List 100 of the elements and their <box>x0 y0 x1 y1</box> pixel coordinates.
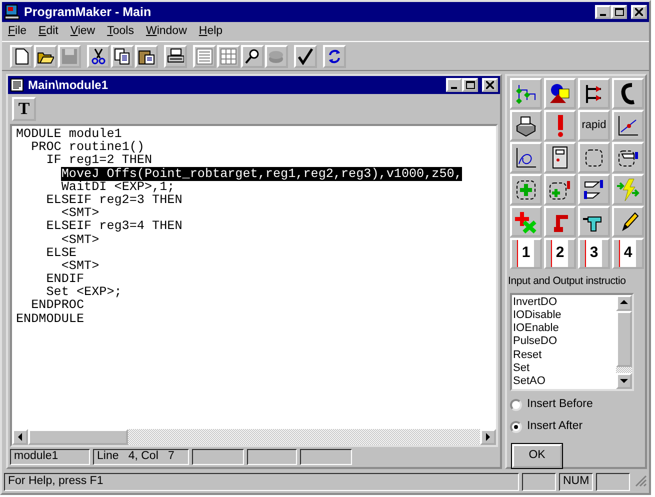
num-lock-indicator: NUM <box>559 473 593 491</box>
radio-button[interactable] <box>510 398 522 411</box>
palette-button[interactable] <box>510 78 542 109</box>
code-editor[interactable] <box>10 124 498 447</box>
lightning-icon <box>616 178 640 202</box>
new-file-icon <box>13 48 30 64</box>
palette-button[interactable]: 1 <box>510 238 542 269</box>
palette-button[interactable]: 2 <box>544 238 576 269</box>
status-pane <box>192 449 244 465</box>
palette-button[interactable] <box>612 206 644 237</box>
code-line: WaitDI <EXP>,1; <box>61 180 175 194</box>
horizontal-scrollbar[interactable] <box>12 429 496 445</box>
refresh-icon <box>326 48 343 64</box>
status-message: For Help, press F1 <box>4 473 519 491</box>
menu-item[interactable]: Tools <box>101 22 140 40</box>
scroll-up-button[interactable] <box>616 294 632 311</box>
palette-button[interactable] <box>578 78 610 109</box>
radio-label[interactable]: Insert Before <box>527 396 593 414</box>
scroll-down-button[interactable] <box>616 373 632 390</box>
window-title: ProgramMaker - Main <box>24 4 152 21</box>
instruction-list[interactable]: InvertDO IODisable IOEnable PulseDO Reset Set SetAO <box>510 292 634 392</box>
palette-button[interactable] <box>612 142 644 173</box>
palette-button[interactable]: 3 <box>578 238 610 269</box>
scroll-left-button[interactable] <box>12 429 28 445</box>
scroll-thumb[interactable] <box>28 429 128 445</box>
palette-button[interactable] <box>612 78 644 109</box>
palette-button[interactable] <box>510 142 542 173</box>
menu-item[interactable]: Window <box>140 22 193 40</box>
menu-item[interactable]: Edit <box>32 22 64 40</box>
shapes-icon <box>548 82 572 106</box>
toolbar-button[interactable] <box>10 44 33 68</box>
status-pane <box>522 473 556 491</box>
palette-button[interactable] <box>612 110 644 141</box>
copy-icon <box>114 48 131 64</box>
list-item[interactable]: IODisable <box>513 308 615 322</box>
save-icon <box>61 48 78 64</box>
toolbar-button[interactable] <box>135 44 158 68</box>
scissors-icon <box>90 48 107 64</box>
list-item[interactable]: PulseDO <box>513 335 615 349</box>
palette-button[interactable] <box>510 110 542 141</box>
palette-button[interactable] <box>510 174 542 205</box>
code-line: <SMT> <box>61 258 100 273</box>
cursor-position: Line 4, Col 7 <box>93 449 189 465</box>
list-item[interactable]: SetAO <box>513 374 615 388</box>
code-line: ELSEIF reg3=4 THEN <box>46 219 182 234</box>
radio-button[interactable] <box>510 421 522 434</box>
down-arrow-icon <box>620 378 628 384</box>
plus-cross-icon <box>514 210 538 234</box>
palette-button[interactable] <box>544 78 576 109</box>
list-item[interactable]: Reset <box>513 348 615 362</box>
toolbar-button[interactable] <box>164 44 187 68</box>
maximize-button[interactable] <box>611 5 627 19</box>
palette-button[interactable]: 4 <box>612 238 644 269</box>
palette-button[interactable]: rapid <box>578 110 610 141</box>
toolbar-button[interactable] <box>111 44 134 68</box>
code-line: <SMT> <box>61 232 100 246</box>
scroll-right-button[interactable] <box>480 429 496 445</box>
list-item[interactable]: IOEnable <box>513 322 615 336</box>
list-item[interactable]: Set <box>513 362 615 375</box>
maximize-icon <box>614 8 624 16</box>
app-icon <box>4 4 20 20</box>
close-icon <box>486 81 494 89</box>
palette-button[interactable] <box>578 142 610 173</box>
minimize-button[interactable] <box>446 78 462 92</box>
grid-icon <box>220 48 237 64</box>
curve-graph-icon <box>514 146 538 170</box>
text-tool-button[interactable]: T <box>12 97 36 121</box>
status-pane <box>247 449 297 465</box>
toolbar-button[interactable] <box>87 44 110 68</box>
menu-item[interactable]: Help <box>192 22 229 40</box>
menu-item[interactable]: File <box>2 22 33 40</box>
printer-icon <box>167 48 184 64</box>
vertical-scrollbar[interactable] <box>616 294 632 390</box>
scroll-thumb[interactable] <box>616 310 632 367</box>
maximize-button[interactable] <box>462 78 478 92</box>
up-arrow-icon <box>620 300 628 306</box>
code-line: MODULE module1 <box>16 127 122 141</box>
code-line: ENDIF <box>46 272 84 286</box>
close-button[interactable] <box>482 78 498 92</box>
radio-label[interactable]: Insert After <box>527 418 583 436</box>
left-arrow-icon <box>18 433 22 441</box>
menu-item[interactable]: View <box>64 22 102 40</box>
ok-button[interactable]: OK <box>512 444 562 468</box>
code-line: ENDMODULE <box>16 312 84 326</box>
code-line: PROC routine1() <box>31 140 144 154</box>
close-button[interactable] <box>631 5 647 19</box>
resize-grip-icon <box>633 473 647 487</box>
paste-icon <box>138 48 155 64</box>
code-line: ELSE <box>46 246 76 260</box>
toolbar-button[interactable] <box>294 44 317 68</box>
palette-button[interactable] <box>544 174 576 205</box>
palette-button[interactable] <box>544 142 576 173</box>
toolbar-button[interactable] <box>241 44 264 68</box>
minimize-button[interactable] <box>595 5 611 19</box>
palette-button[interactable] <box>578 174 610 205</box>
list-item[interactable]: InvertDO <box>513 296 615 309</box>
hands-icon <box>582 178 606 202</box>
toolbar-button[interactable] <box>34 44 57 68</box>
palette-button[interactable] <box>578 206 610 237</box>
toolbar-button[interactable] <box>323 44 346 68</box>
